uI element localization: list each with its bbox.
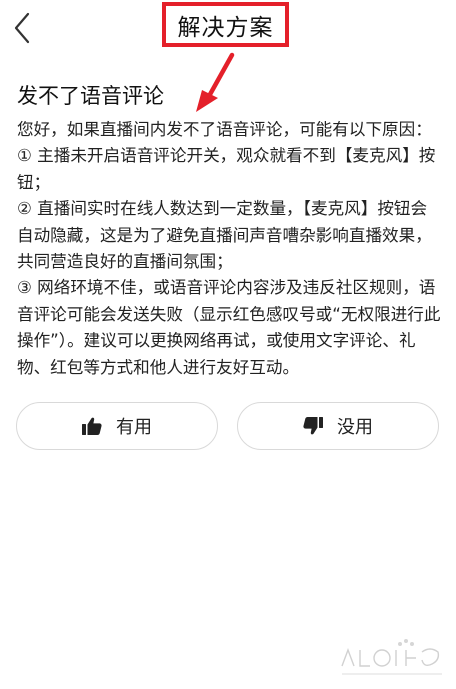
- baidu-jingyan-watermark-icon: [341, 639, 442, 675]
- back-button[interactable]: [8, 8, 40, 48]
- useless-button[interactable]: 没用: [237, 402, 439, 450]
- answer-reason-3: ③ 网络环境不佳，或语音评论内容涉及违反社区规则，语音评论可能会发送失败（显示红…: [17, 278, 441, 377]
- section-heading: 发不了语音评论: [17, 84, 164, 108]
- chevron-left-icon: [8, 8, 40, 48]
- useful-button[interactable]: 有用: [16, 402, 218, 450]
- useless-label: 没用: [337, 417, 373, 438]
- annotation-arrow-icon: [196, 52, 235, 112]
- top-bar: 解决方案: [0, 0, 456, 60]
- title-highlight-box: 解决方案: [162, 2, 289, 47]
- thumbs-down-icon: [303, 417, 323, 435]
- answer-intro: 您好，如果直播间内发不了语音评论，可能有以下原因：: [17, 120, 432, 139]
- answer-body: 您好，如果直播间内发不了语音评论，可能有以下原因： ① 主播未开启语音评论开关，…: [17, 117, 441, 381]
- thumbs-up-icon: [82, 417, 102, 435]
- answer-reason-1: ① 主播未开启语音评论开关，观众就看不到【麦克风】按钮；: [17, 146, 436, 192]
- answer-reason-2: ② 直播间实时在线人数达到一定数量，【麦克风】按钮会自动隐藏，这是为了避免直播间…: [17, 199, 432, 272]
- page-title: 解决方案: [177, 14, 274, 41]
- useful-label: 有用: [116, 417, 152, 438]
